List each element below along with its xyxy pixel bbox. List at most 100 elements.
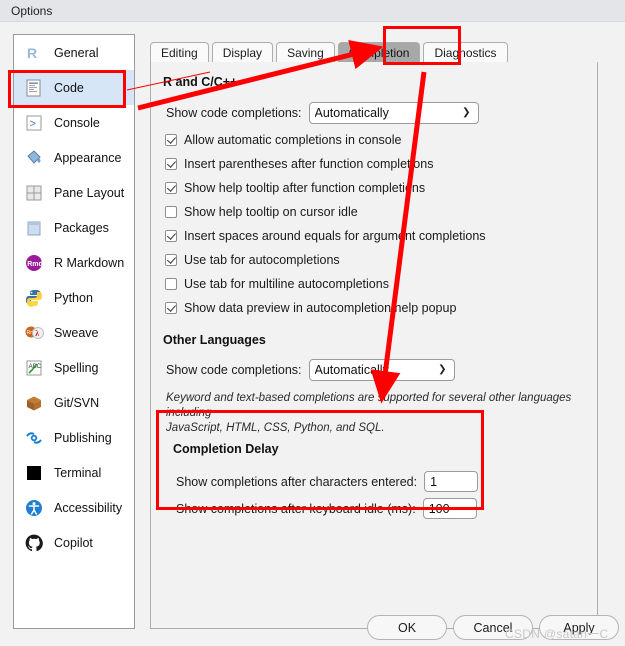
svg-text:λ: λ [35, 329, 39, 338]
sidebar-item-label: R Markdown [54, 255, 125, 270]
other-show-completions-select[interactable]: AutomaticallyWhen TriggeredManually (Tab… [308, 359, 455, 381]
sidebar-item-label: Console [54, 115, 100, 130]
ok-button[interactable]: OK [367, 615, 447, 640]
sidebar-item-label: Accessibility [54, 500, 123, 515]
checkbox-row[interactable]: Use tab for autocompletions [165, 250, 585, 269]
delay-chars-label: Show completions after characters entere… [176, 474, 418, 489]
checkbox-row[interactable]: Use tab for multiline autocompletions [165, 274, 585, 293]
sidebar-item-pane-layout[interactable]: Pane Layout [14, 175, 134, 210]
r-cpp-show-completions-row: Show code completions: AutomaticallyWhen… [166, 102, 479, 124]
package-box-icon [23, 217, 45, 239]
sidebar-item-terminal[interactable]: Terminal [14, 455, 134, 490]
sidebar-item-git-svn[interactable]: Git/SVN [14, 385, 134, 420]
svg-text:R: R [27, 45, 37, 61]
r-cpp-checkbox-list[interactable]: Allow automatic completions in console In… [165, 130, 585, 322]
tab-saving[interactable]: Saving [276, 42, 335, 63]
delay-chars-row: Show completions after characters entere… [176, 471, 479, 492]
r-logo-icon: R [23, 42, 45, 64]
sidebar-item-spelling[interactable]: ABC Spelling [14, 350, 134, 385]
checkbox-label: Show help tooltip after function complet… [184, 180, 426, 195]
tab-completion[interactable]: Completion [337, 42, 421, 63]
checkbox-row[interactable]: Show help tooltip on cursor idle [165, 202, 585, 221]
other-languages-help-text: Keyword and text-based completions are s… [166, 391, 586, 436]
sidebar-item-code[interactable]: Code [14, 70, 134, 105]
spellcheck-abc-icon: ABC [23, 357, 45, 379]
sidebar-item-python[interactable]: Python [14, 280, 134, 315]
terminal-black-icon [23, 462, 45, 484]
checkbox-checked-icon[interactable] [165, 157, 177, 170]
checkbox-label: Insert parentheses after function comple… [184, 156, 434, 171]
checkbox-row[interactable]: Show help tooltip after function complet… [165, 178, 585, 197]
sidebar-item-copilot[interactable]: Copilot [14, 525, 134, 560]
svg-text:>: > [30, 119, 37, 131]
sidebar-item-appearance[interactable]: Appearance [14, 140, 134, 175]
checkbox-row[interactable]: Insert parentheses after function comple… [165, 154, 585, 173]
sidebar-item-label: Appearance [54, 150, 122, 165]
sidebar-item-sweave[interactable]: Rnw λ Sweave [14, 315, 134, 350]
checkbox-checked-icon[interactable] [165, 253, 177, 266]
sidebar-item-label: Python [54, 290, 93, 305]
sidebar-item-label: Copilot [54, 535, 93, 550]
checkbox-row[interactable]: Insert spaces around equals for argument… [165, 226, 585, 245]
delay-idle-row: Show completions after keyboard idle (ms… [176, 498, 477, 519]
checkbox-label: Allow automatic completions in console [184, 132, 402, 147]
checkbox-unchecked-icon[interactable] [165, 277, 177, 290]
sidebar-item-label: Git/SVN [54, 395, 100, 410]
sidebar-item-label: Spelling [54, 360, 99, 375]
options-dialog-body: R General Code > Console Appearance Pane Layou… [0, 22, 625, 646]
console-prompt-icon: > [23, 112, 45, 134]
checkbox-label: Show help tooltip on cursor idle [184, 204, 358, 219]
sidebar-item-label: Terminal [54, 465, 102, 480]
delay-idle-input[interactable] [422, 498, 477, 519]
section-title-other-languages: Other Languages [163, 333, 266, 347]
watermark-text: CSDN @satan一C [505, 627, 609, 641]
other-show-completions-row: Show code completions: AutomaticallyWhen… [166, 359, 455, 381]
checkbox-label: Use tab for autocompletions [184, 252, 340, 267]
publish-cloud-icon [23, 427, 45, 449]
completion-delay-group: Completion Delay Show completions after … [161, 434, 486, 522]
checkbox-checked-icon[interactable] [165, 301, 177, 314]
sidebar-item-accessibility[interactable]: Accessibility [14, 490, 134, 525]
sidebar-item-r-markdown[interactable]: Rmd R Markdown [14, 245, 134, 280]
git-box-icon [23, 392, 45, 414]
sidebar-item-label: Packages [54, 220, 109, 235]
svg-text:Rmd: Rmd [27, 261, 43, 268]
checkbox-checked-icon[interactable] [165, 181, 177, 194]
content-panel: R and C/C++ Show code completions: Autom… [150, 62, 598, 629]
sidebar-item-general[interactable]: R General [14, 35, 134, 70]
sidebar-item-label: Code [54, 80, 84, 95]
tab-diagnostics[interactable]: Diagnostics [423, 42, 508, 63]
help-line-1: Keyword and text-based completions are s… [166, 392, 572, 419]
checkbox-label: Use tab for multiline autocompletions [184, 276, 389, 291]
tab-editing[interactable]: Editing [150, 42, 209, 63]
checkbox-label: Show data preview in autocompletion help… [184, 300, 457, 315]
other-show-completions-label: Show code completions: [166, 363, 302, 377]
checkbox-row[interactable]: Allow automatic completions in console [165, 130, 585, 149]
github-cat-icon [23, 532, 45, 554]
checkbox-label: Insert spaces around equals for argument… [184, 228, 486, 243]
window-title: Options [11, 3, 53, 18]
sidebar-item-label: General [54, 45, 99, 60]
sidebar-item-packages[interactable]: Packages [14, 210, 134, 245]
sidebar-item-label: Publishing [54, 430, 112, 445]
delay-chars-input[interactable] [424, 471, 479, 492]
checkbox-unchecked-icon[interactable] [165, 205, 177, 218]
panes-grid-icon [23, 182, 45, 204]
rmd-badge-icon: Rmd [23, 252, 45, 274]
paint-bucket-icon [23, 147, 45, 169]
code-document-icon [23, 77, 45, 99]
sidebar-item-label: Pane Layout [54, 185, 125, 200]
accessibility-icon [23, 497, 45, 519]
sidebar-item-label: Sweave [54, 325, 99, 340]
tab-strip[interactable]: Editing Display Saving Completion Diagnostic… [150, 41, 598, 63]
sidebar-item-publishing[interactable]: Publishing [14, 420, 134, 455]
sweave-pdf-icon: Rnw λ [23, 322, 45, 344]
checkbox-checked-icon[interactable] [165, 133, 177, 146]
checkbox-checked-icon[interactable] [165, 229, 177, 242]
sidebar-item-console[interactable]: > Console [14, 105, 134, 140]
python-snake-icon [23, 287, 45, 309]
options-sidebar[interactable]: R General Code > Console Appearance Pane Layou… [13, 34, 135, 629]
tab-display[interactable]: Display [211, 42, 274, 63]
checkbox-row[interactable]: Show data preview in autocompletion help… [165, 298, 585, 317]
r-cpp-show-completions-select[interactable]: AutomaticallyWhen Triggered ($, ::)Manua… [308, 102, 479, 124]
